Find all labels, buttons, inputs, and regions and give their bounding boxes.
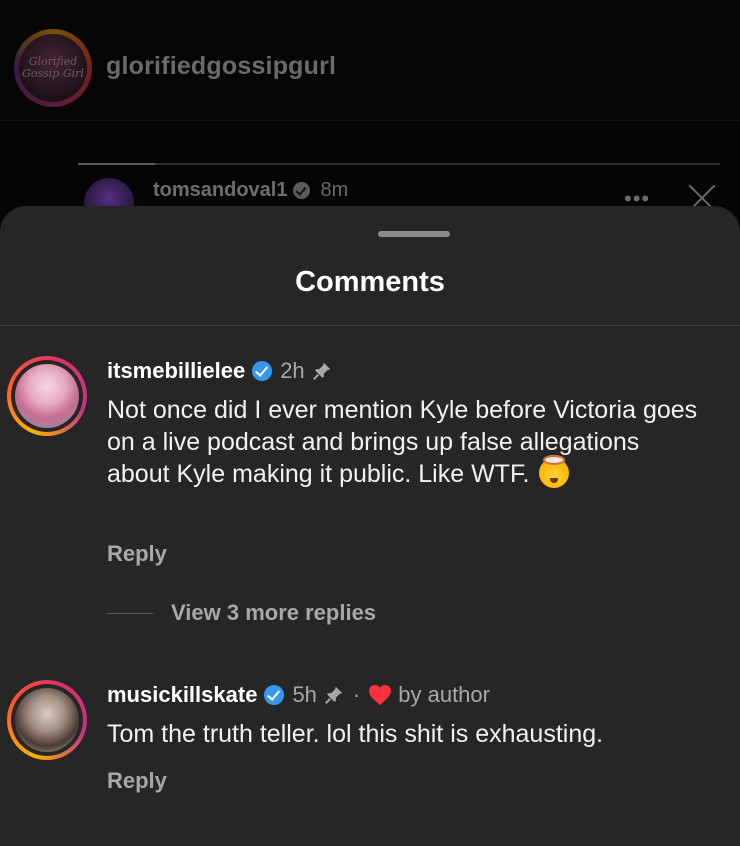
comments-sheet: Comments itsmebillielee 2h Not once did …	[0, 206, 740, 846]
comment-time: 2h	[280, 358, 305, 383]
comment-text-body: Not once did I ever mention Kyle before …	[107, 396, 698, 488]
story-username[interactable]: glorifiedgossipgurl	[106, 52, 336, 81]
avatar-image	[15, 364, 79, 428]
comment-text: Not once did I ever mention Kyle before …	[107, 394, 707, 490]
view-more-replies-label: View 3 more replies	[171, 600, 377, 625]
sheet-title: Comments	[0, 266, 740, 299]
comment-header: itsmebillielee 2h	[107, 358, 333, 384]
exploding-head-emoji-icon	[539, 455, 570, 488]
story-progress-fill	[78, 163, 156, 165]
sheet-title-text: Comments	[295, 266, 445, 298]
sheet-divider	[0, 325, 740, 326]
story-avatar[interactable]: Glorified Gossip Girl	[14, 29, 92, 107]
sheet-grabber-handle[interactable]	[378, 231, 450, 237]
reply-button[interactable]: Reply	[107, 768, 167, 794]
replies-line	[107, 612, 153, 614]
avatar-image	[15, 688, 79, 752]
comment-username[interactable]: musickillskate	[107, 682, 257, 708]
story-progress-bar	[78, 163, 720, 165]
avatar[interactable]	[7, 680, 87, 760]
comment-text-body: Tom the truth teller. lol this shit is e…	[107, 720, 604, 748]
heart-icon	[369, 685, 392, 705]
avatar[interactable]	[7, 356, 87, 436]
comment-header: musickillskate 5h · by author	[107, 682, 490, 708]
verified-badge-icon	[252, 361, 273, 381]
repost-time: 8m	[320, 179, 349, 201]
story-divider	[0, 120, 740, 121]
repost-username: tomsandoval1	[153, 179, 288, 201]
comment-text: Tom the truth teller. lol this shit is e…	[107, 718, 707, 750]
verified-badge-icon	[293, 182, 311, 199]
pin-icon	[312, 362, 330, 380]
comment-username[interactable]: itsmebillielee	[107, 358, 245, 384]
reply-button[interactable]: Reply	[107, 541, 167, 567]
repost-user[interactable]: tomsandoval1 8m	[153, 179, 348, 202]
comment-time: 5h	[292, 682, 317, 707]
story-avatar-image: Glorified Gossip Girl	[19, 34, 87, 102]
view-more-replies-button[interactable]: View 3 more replies	[107, 600, 376, 626]
liked-by-author-label: by author	[398, 682, 490, 707]
pin-icon	[324, 686, 343, 704]
story-header: Glorified Gossip Girl glorifiedgossipgur…	[0, 0, 740, 120]
separator-dot: ·	[352, 682, 361, 707]
verified-badge-icon	[264, 685, 285, 705]
